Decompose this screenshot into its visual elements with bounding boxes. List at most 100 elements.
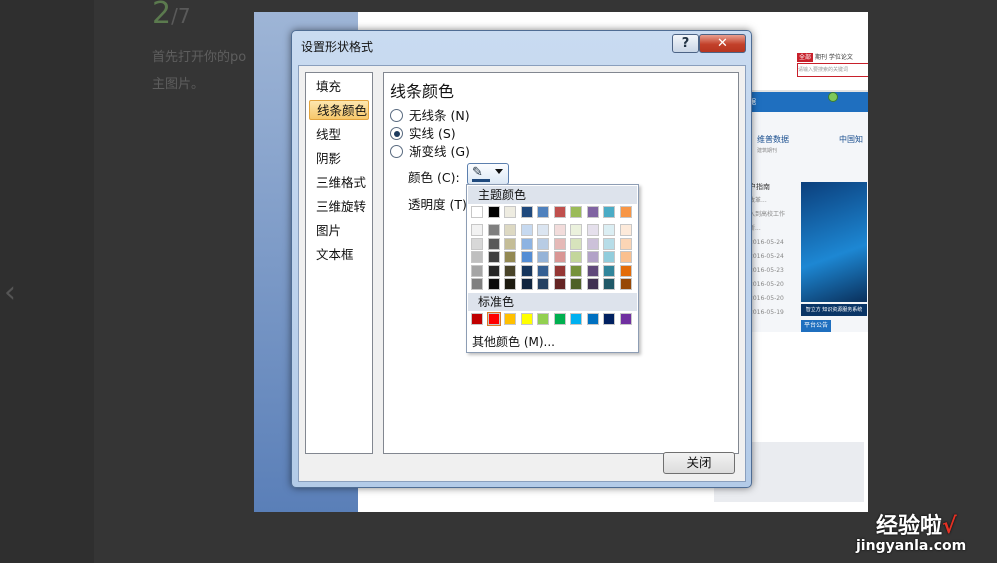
theme-color-swatch[interactable] — [537, 206, 549, 218]
theme-shade-swatch[interactable] — [586, 264, 599, 277]
close-icon[interactable]: ✕ — [699, 34, 746, 53]
website-tabs: 全部 期刊 学位论文 — [797, 52, 853, 62]
panel-title: 线条颜色 — [390, 82, 455, 101]
theme-shade-swatch[interactable] — [504, 237, 516, 250]
category-text-box[interactable]: 文本框 — [309, 245, 369, 265]
category-3d-format[interactable]: 三维格式 — [309, 173, 369, 193]
radio-no-line[interactable]: 无线条 (N) — [390, 108, 470, 124]
theme-shade-swatch[interactable] — [471, 251, 483, 263]
radio-label: 实线 (S) — [409, 126, 456, 141]
standard-color-swatch[interactable] — [619, 313, 632, 325]
theme-shade-swatch[interactable] — [570, 278, 582, 290]
previous-arrow-icon[interactable]: ‹ — [4, 278, 16, 308]
theme-shade-swatch[interactable] — [471, 237, 483, 250]
website-thumbnail: 全部 期刊 学位论文 请输入要搜索的关键词 踞 维普数据 建筑期刊 中国知 户指… — [748, 32, 868, 332]
theme-shade-swatch[interactable] — [471, 278, 483, 290]
theme-shade-swatch[interactable] — [487, 278, 500, 290]
standard-color-swatch[interactable] — [553, 313, 566, 325]
standard-color-swatch[interactable] — [603, 313, 615, 325]
theme-color-swatch[interactable] — [586, 206, 599, 218]
theme-shade-swatch[interactable] — [603, 264, 615, 277]
theme-shade-swatch[interactable] — [603, 224, 615, 236]
color-dropdown-button[interactable]: ✎ — [467, 163, 509, 185]
theme-shade-swatch[interactable] — [487, 224, 500, 236]
theme-shade-swatch[interactable] — [520, 264, 533, 277]
theme-shade-swatch[interactable] — [570, 251, 582, 263]
theme-shade-swatch[interactable] — [586, 278, 599, 290]
website-header: 全部 期刊 学位论文 请输入要搜索的关键词 — [749, 32, 868, 92]
theme-color-swatch[interactable] — [570, 206, 582, 218]
theme-shade-swatch[interactable] — [553, 264, 566, 277]
theme-shade-swatch[interactable] — [619, 237, 632, 250]
theme-shade-swatch[interactable] — [570, 264, 582, 277]
more-colors-menu-item[interactable]: 其他颜色 (M)... — [472, 333, 555, 350]
close-button[interactable]: 关闭 — [663, 452, 735, 474]
theme-shade-swatch[interactable] — [553, 251, 566, 263]
standard-color-swatch[interactable] — [486, 312, 501, 326]
theme-shade-swatch[interactable] — [504, 251, 516, 263]
theme-shade-swatch[interactable] — [471, 224, 483, 236]
category-line-style[interactable]: 线型 — [309, 125, 369, 145]
category-3d-rotation[interactable]: 三维旋转 — [309, 197, 369, 217]
category-picture[interactable]: 图片 — [309, 221, 369, 241]
theme-color-swatch[interactable] — [619, 206, 632, 218]
website-card-right: 中国知 — [839, 135, 863, 144]
theme-shade-swatch[interactable] — [487, 251, 500, 263]
theme-shade-swatch[interactable] — [619, 251, 632, 263]
theme-shade-swatch[interactable] — [619, 224, 632, 236]
theme-color-swatch[interactable] — [487, 206, 500, 218]
theme-shade-swatch[interactable] — [537, 278, 549, 290]
theme-shade-swatch[interactable] — [603, 251, 615, 263]
theme-shade-swatch[interactable] — [553, 278, 566, 290]
theme-shade-swatch[interactable] — [570, 237, 582, 250]
category-shadow[interactable]: 阴影 — [309, 149, 369, 169]
theme-shade-swatch[interactable] — [603, 237, 615, 250]
theme-color-swatch[interactable] — [603, 206, 615, 218]
theme-shade-swatch[interactable] — [487, 264, 500, 277]
watermark-url: jingyanla.com — [856, 538, 967, 554]
help-button[interactable]: ? — [672, 34, 699, 53]
standard-color-swatch[interactable] — [520, 313, 533, 325]
theme-shade-swatch[interactable] — [537, 264, 549, 277]
theme-color-swatch[interactable] — [504, 206, 516, 218]
theme-shade-swatch[interactable] — [504, 278, 516, 290]
theme-color-swatch[interactable] — [553, 206, 566, 218]
standard-color-swatch[interactable] — [570, 313, 582, 325]
theme-shade-swatch[interactable] — [586, 224, 599, 236]
theme-shade-swatch[interactable] — [537, 224, 549, 236]
theme-shade-swatch[interactable] — [520, 237, 533, 250]
radio-button[interactable] — [390, 145, 403, 158]
standard-color-swatch[interactable] — [471, 313, 483, 325]
theme-shade-swatch[interactable] — [471, 264, 483, 277]
theme-shade-swatch[interactable] — [537, 237, 549, 250]
theme-shade-swatch[interactable] — [553, 237, 566, 250]
theme-shade-swatch[interactable] — [619, 264, 632, 277]
theme-shade-swatch[interactable] — [603, 278, 615, 290]
theme-shade-swatch[interactable] — [570, 224, 582, 236]
standard-color-swatch[interactable] — [537, 313, 549, 325]
theme-shade-swatch[interactable] — [520, 224, 533, 236]
category-fill[interactable]: 填充 — [309, 77, 369, 97]
theme-shade-swatch[interactable] — [504, 264, 516, 277]
rotation-handle[interactable] — [828, 92, 838, 102]
theme-shade-swatch[interactable] — [553, 224, 566, 236]
theme-shade-swatch[interactable] — [504, 224, 516, 236]
radio-button-selected[interactable] — [390, 127, 403, 140]
category-line-color[interactable]: 线条颜色 — [309, 100, 369, 120]
theme-shade-swatch[interactable] — [619, 278, 632, 290]
theme-shade-swatch[interactable] — [586, 237, 599, 250]
radio-gradient-line[interactable]: 渐变线 (G) — [390, 144, 470, 160]
transparency-label: 透明度 (T): — [408, 197, 472, 212]
theme-color-swatch[interactable] — [520, 206, 533, 218]
radio-solid-line[interactable]: 实线 (S) — [390, 126, 456, 142]
theme-shade-swatch[interactable] — [537, 251, 549, 263]
standard-color-swatch[interactable] — [586, 313, 599, 325]
theme-shade-swatch[interactable] — [487, 237, 500, 250]
radio-label: 渐变线 (G) — [409, 144, 470, 159]
theme-shade-swatch[interactable] — [520, 251, 533, 263]
theme-shade-swatch[interactable] — [586, 251, 599, 263]
standard-color-swatch[interactable] — [504, 313, 516, 325]
theme-shade-swatch[interactable] — [520, 278, 533, 290]
radio-button[interactable] — [390, 109, 403, 122]
theme-color-swatch[interactable] — [471, 206, 483, 218]
